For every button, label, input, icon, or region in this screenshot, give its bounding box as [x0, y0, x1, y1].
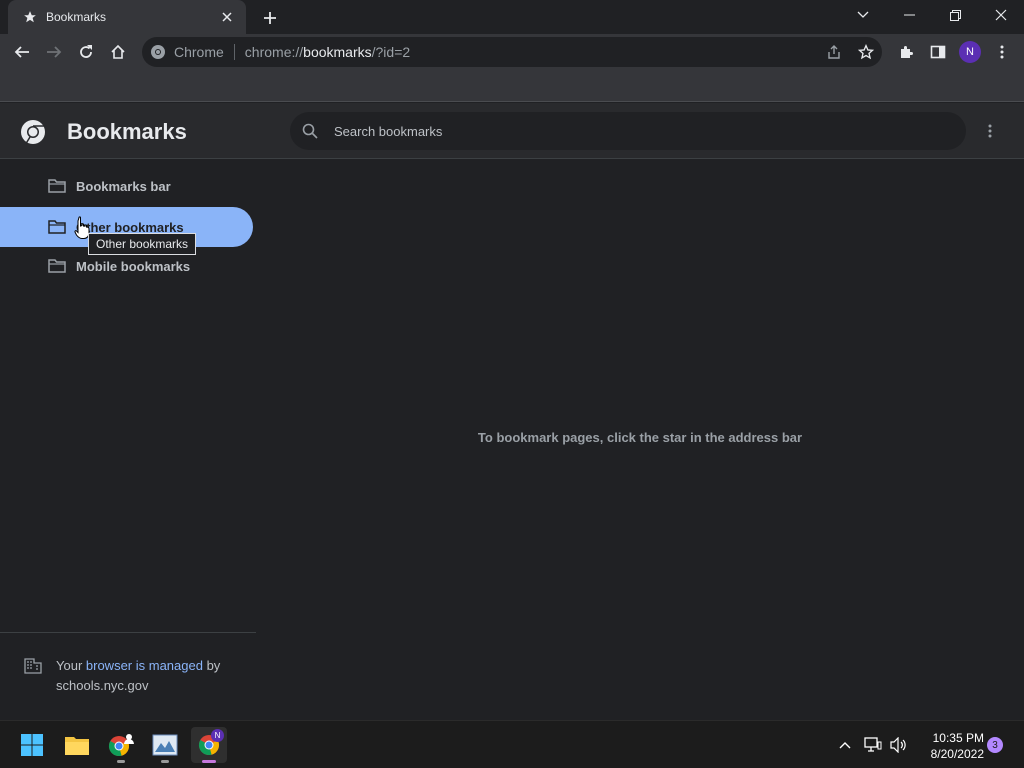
organize-menu-icon[interactable] — [980, 121, 1000, 141]
notification-badge[interactable]: 3 — [987, 737, 1003, 753]
running-indicator — [202, 760, 216, 763]
taskbar: N 10:35 PM 8/20/2022 3 — [0, 720, 1024, 768]
tab-search-icon[interactable] — [840, 0, 886, 30]
tab-strip: Bookmarks — [0, 0, 1024, 34]
managed-prefix: Your — [56, 658, 86, 673]
building-icon — [24, 658, 42, 674]
reload-icon[interactable] — [72, 38, 100, 66]
empty-state-message: To bookmark pages, click the star in the… — [477, 430, 803, 445]
chrome-taskbar-icon[interactable]: N — [191, 727, 227, 763]
omnibox-divider — [233, 44, 235, 60]
clock-time: 10:35 PM — [932, 731, 984, 745]
running-indicator — [117, 760, 125, 763]
share-icon[interactable] — [826, 44, 842, 60]
start-windows-icon[interactable] — [14, 727, 50, 763]
browser-toolbar: Chrome chrome://bookmarks/?id=2 N — [0, 34, 1024, 70]
page-title: Bookmarks — [67, 119, 187, 144]
extensions-puzzle-icon[interactable] — [892, 38, 920, 66]
folder-icon — [48, 220, 66, 234]
clock-date: 8/20/2022 — [930, 747, 984, 761]
new-tab-button[interactable] — [258, 6, 282, 30]
folder-label: Bookmarks bar — [76, 178, 171, 194]
home-icon[interactable] — [104, 38, 132, 66]
folder-bookmarks-bar[interactable]: Bookmarks bar — [0, 166, 253, 206]
managed-suffix: by — [202, 658, 221, 673]
search-placeholder: Search bookmarks — [334, 123, 443, 139]
managed-link[interactable]: browser is managed — [86, 658, 203, 673]
volume-icon[interactable] — [886, 727, 912, 763]
side-panel-icon[interactable] — [924, 38, 952, 66]
bookmarks-bar — [0, 70, 1024, 102]
chrome-logo-icon — [20, 119, 46, 147]
sidebar-divider — [0, 632, 256, 633]
site-label: Chrome — [174, 44, 224, 60]
profile-avatar[interactable]: N — [959, 41, 981, 63]
photos-app-icon[interactable] — [147, 727, 183, 763]
chrome-site-icon — [150, 44, 166, 60]
chrome-profile-badge: N — [211, 729, 224, 742]
file-explorer-icon[interactable] — [59, 727, 95, 763]
restore-icon[interactable] — [932, 0, 978, 30]
back-arrow-icon[interactable] — [8, 38, 36, 66]
bookmark-star-icon[interactable] — [858, 44, 874, 60]
network-icon[interactable] — [860, 727, 886, 763]
chrome-profile-taskbar-icon[interactable] — [103, 727, 139, 763]
managed-domain: schools.nyc.gov — [56, 678, 149, 693]
address-bar[interactable]: Chrome chrome://bookmarks/?id=2 — [142, 37, 882, 67]
star-icon — [22, 9, 38, 25]
running-indicator — [161, 760, 169, 763]
folder-icon — [48, 259, 66, 273]
tab-title: Bookmarks — [46, 10, 107, 24]
system-clock[interactable]: 10:35 PM 8/20/2022 — [914, 730, 984, 762]
chevron-up-icon[interactable] — [832, 727, 858, 763]
forward-arrow-icon[interactable] — [40, 38, 68, 66]
close-window-icon[interactable] — [978, 0, 1024, 30]
search-input[interactable]: Search bookmarks — [290, 112, 966, 150]
search-icon — [302, 123, 318, 139]
menu-kebab-icon[interactable] — [988, 38, 1016, 66]
folder-label: Mobile bookmarks — [76, 258, 191, 274]
tab-bookmarks[interactable]: Bookmarks — [8, 0, 246, 34]
url-text: chrome://bookmarks/?id=2 — [244, 44, 411, 60]
folder-icon — [48, 179, 66, 193]
page-header: Bookmarks Search bookmarks — [0, 103, 1024, 159]
close-tab-icon[interactable] — [218, 8, 236, 26]
folder-tooltip: Other bookmarks — [88, 233, 197, 255]
minimize-icon[interactable] — [886, 0, 932, 30]
